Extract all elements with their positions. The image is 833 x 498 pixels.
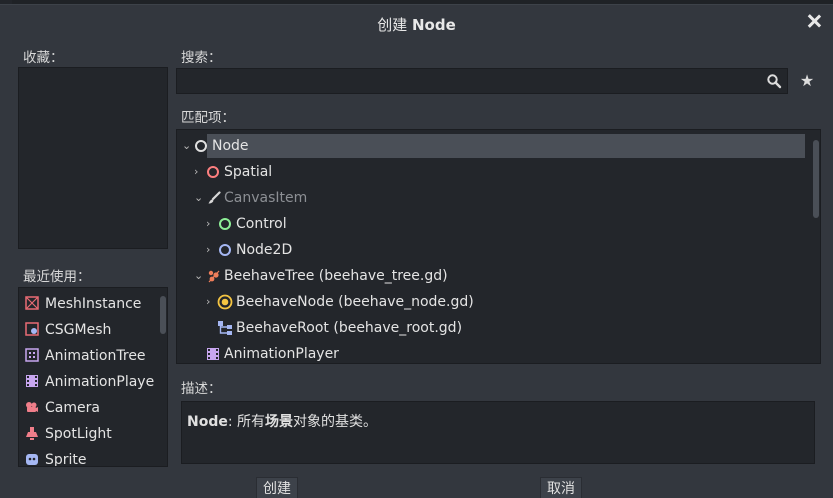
- tree-item-control[interactable]: › Control: [177, 212, 807, 236]
- beehave-root-icon: [218, 321, 232, 335]
- dialog-title: 创建 Node: [0, 14, 833, 35]
- favorites-list[interactable]: [18, 67, 168, 249]
- sprite-icon: [26, 454, 38, 465]
- tree-item-canvasitem[interactable]: ⌄ CanvasItem: [177, 186, 807, 210]
- tree-item-node[interactable]: ⌄ Node: [177, 134, 807, 158]
- description-text: Node: 所有场景对象的基类。: [187, 411, 377, 431]
- recent-item-label: Camera: [45, 400, 100, 416]
- recent-item-sprite[interactable]: Sprite: [25, 452, 87, 467]
- description-panel: Node: 所有场景对象的基类。: [181, 401, 815, 464]
- description-label: 描述：: [181, 381, 222, 397]
- chevron-right-icon[interactable]: ›: [206, 218, 216, 229]
- recent-scrollbar[interactable]: [160, 296, 166, 334]
- tree-item-label: Node2D: [236, 242, 293, 258]
- recent-item-csgmesh[interactable]: CSGMesh: [25, 322, 111, 346]
- csg-mesh-icon: [25, 322, 39, 336]
- beehave-tree-icon: [208, 270, 220, 283]
- tree-item-label: Control: [236, 216, 287, 232]
- tree-item-beehavenode[interactable]: › BeehaveNode (beehave_node.gd): [177, 290, 807, 314]
- tree-item-label: AnimationPlayer: [224, 346, 339, 362]
- description-bold-part: 场景: [265, 414, 294, 430]
- search-label: 搜索：: [181, 50, 222, 66]
- tree-item-spatial[interactable]: › Spatial: [177, 160, 807, 184]
- description-part: : 所有: [227, 414, 266, 430]
- spotlight-icon: [26, 427, 38, 440]
- dialog-titlebar: 创建 Node: [0, 5, 833, 41]
- cancel-button[interactable]: 取消: [540, 477, 582, 498]
- recent-item-label: MeshInstance: [45, 296, 142, 312]
- recent-item-label: Sprite: [45, 452, 87, 467]
- tree-item-label: BeehaveTree (beehave_tree.gd): [224, 268, 448, 284]
- matches-tree[interactable]: ⌄ Node › Spatial ⌄ CanvasItem › Control …: [176, 129, 821, 364]
- chevron-down-icon[interactable]: ⌄: [194, 270, 204, 281]
- tree-item-beehaveroot[interactable]: BeehaveRoot (beehave_root.gd): [177, 316, 807, 340]
- favorites-label: 收藏：: [23, 50, 64, 66]
- node-circle-icon: [195, 140, 207, 152]
- close-icon[interactable]: [805, 12, 823, 30]
- tree-item-animationplayer[interactable]: AnimationPlayer: [177, 342, 807, 363]
- recent-item-label: AnimationPlaye: [45, 374, 155, 390]
- favorite-star-icon[interactable]: ★: [798, 72, 816, 90]
- description-node-name: Node: [187, 414, 228, 430]
- chevron-down-icon[interactable]: ⌄: [194, 192, 204, 203]
- spatial-circle-icon: [207, 166, 219, 178]
- recent-label: 最近使用：: [23, 269, 91, 285]
- recent-item-meshinstance[interactable]: MeshInstance: [25, 296, 141, 320]
- node2d-circle-icon: [219, 244, 231, 256]
- tree-item-label: BeehaveNode (beehave_node.gd): [236, 294, 474, 310]
- chevron-right-icon[interactable]: ›: [194, 166, 204, 177]
- animation-tree-icon: [25, 348, 39, 362]
- dialog-title-prefix: 创建: [377, 16, 408, 34]
- tree-item-label: CanvasItem: [224, 190, 308, 206]
- recent-item-label: SpotLight: [45, 426, 112, 442]
- camera-icon: [26, 402, 38, 412]
- control-circle-icon: [219, 218, 231, 230]
- recent-list[interactable]: MeshInstance CSGMesh AnimationTree Anima…: [18, 287, 168, 467]
- chevron-down-icon[interactable]: ⌄: [182, 140, 192, 151]
- animation-player-icon: [26, 375, 38, 387]
- tree-item-label: Spatial: [224, 164, 273, 180]
- animation-player-icon: [207, 348, 219, 360]
- beehave-node-icon: [217, 294, 233, 310]
- chevron-right-icon[interactable]: ›: [206, 296, 216, 307]
- chevron-right-icon[interactable]: ›: [206, 244, 216, 255]
- recent-item-label: AnimationTree: [45, 348, 146, 364]
- recent-item-camera[interactable]: Camera: [25, 400, 100, 424]
- description-part: 对象的基类。: [293, 414, 378, 430]
- search-input[interactable]: [176, 68, 788, 94]
- create-button[interactable]: 创建: [256, 477, 298, 498]
- matches-scrollbar[interactable]: [813, 140, 819, 218]
- tree-item-beehavetree[interactable]: ⌄ BeehaveTree (beehave_tree.gd): [177, 264, 807, 288]
- tree-item-label: Node: [212, 138, 249, 154]
- matches-label: 匹配项：: [181, 110, 235, 126]
- search-icon: [767, 74, 782, 89]
- recent-item-label: CSGMesh: [45, 322, 112, 338]
- brush-icon: [208, 191, 221, 204]
- tree-item-label: BeehaveRoot (beehave_root.gd): [236, 320, 463, 336]
- recent-item-animationtree[interactable]: AnimationTree: [25, 348, 146, 372]
- dialog-title-node: Node: [412, 16, 456, 34]
- recent-item-spotlight[interactable]: SpotLight: [25, 426, 112, 450]
- recent-item-animationplayer[interactable]: AnimationPlaye: [25, 374, 154, 398]
- mesh-instance-icon: [25, 296, 39, 310]
- tree-item-node2d[interactable]: › Node2D: [177, 238, 807, 262]
